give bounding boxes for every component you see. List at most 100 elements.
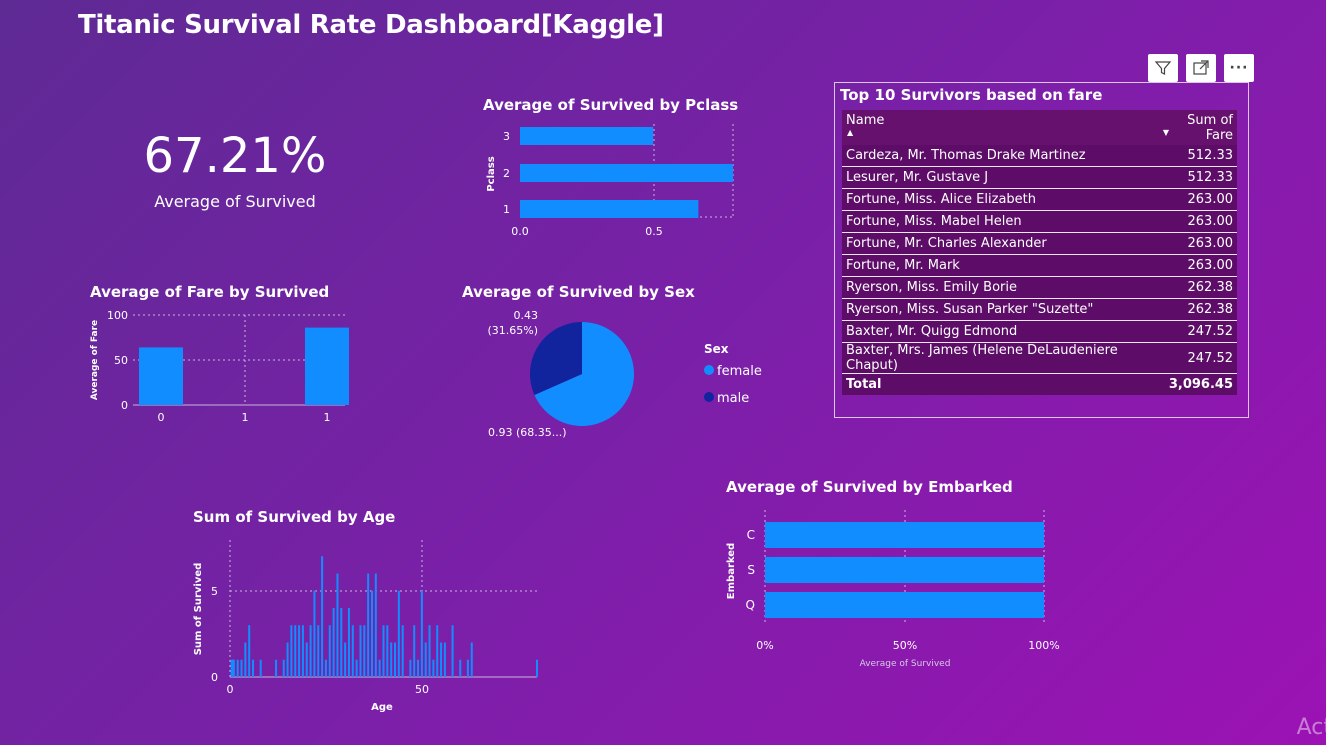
age-bar-19[interactable] xyxy=(301,625,304,677)
embarked-bar-C[interactable] xyxy=(765,522,1044,548)
age-bar-29[interactable] xyxy=(340,608,343,677)
age-bar-51[interactable] xyxy=(424,642,427,678)
age-bar-27[interactable] xyxy=(332,608,335,677)
table-title: Top 10 Survivors based on fare xyxy=(840,86,1103,104)
age-bar-43[interactable] xyxy=(394,642,397,678)
pclass-ytick-3: 3 xyxy=(503,130,510,143)
age-bar-5[interactable] xyxy=(248,625,251,677)
age-ytick-0: 5 xyxy=(211,585,218,598)
pclass-bar-2[interactable] xyxy=(520,164,733,182)
age-bar-49[interactable] xyxy=(417,659,420,677)
table-row[interactable]: Fortune, Miss. Mabel Helen 263.00 xyxy=(842,210,1237,233)
age-bar-54[interactable] xyxy=(436,625,439,677)
age-bar-34[interactable] xyxy=(359,625,362,677)
age-bar-63[interactable] xyxy=(470,642,473,678)
table-row[interactable]: Lesurer, Mr. Gustave J 512.33 xyxy=(842,166,1237,189)
age-bar-50[interactable] xyxy=(420,590,423,677)
age-bar-52[interactable] xyxy=(428,625,431,677)
age-bar-1[interactable] xyxy=(232,659,235,677)
age-bar-47[interactable] xyxy=(409,659,412,677)
age-bar-16[interactable] xyxy=(290,625,293,677)
cell-name: Cardeza, Mr. Thomas Drake Martinez xyxy=(842,145,1154,167)
more-options-button[interactable]: ··· xyxy=(1224,54,1254,82)
age-bar-58[interactable] xyxy=(451,625,454,677)
cell-name: Baxter, Mr. Quigg Edmond xyxy=(842,320,1154,343)
age-bar-53[interactable] xyxy=(432,659,435,677)
sex-chart[interactable]: 0.43 (31.65%) 0.93 (68.35...) Sex female… xyxy=(470,305,770,450)
age-bar-44[interactable] xyxy=(397,590,400,677)
embarked-bar-S[interactable] xyxy=(765,557,1044,583)
pclass-chart[interactable]: 3 2 1 0.0 0.5 Pclass xyxy=(470,118,760,243)
age-bar-26[interactable] xyxy=(328,625,331,677)
age-bar-25[interactable] xyxy=(324,659,327,677)
pclass-bar-1[interactable] xyxy=(520,200,699,218)
legend-female[interactable]: female xyxy=(717,364,762,379)
age-bar-35[interactable] xyxy=(363,625,366,677)
age-bar-4[interactable] xyxy=(244,642,247,678)
age-bar-22[interactable] xyxy=(313,590,316,677)
fare-bar-0[interactable] xyxy=(139,347,183,405)
age-bar-24[interactable] xyxy=(321,556,324,677)
age-bar-62[interactable] xyxy=(466,659,469,677)
table-row[interactable]: Fortune, Mr. Mark 263.00 xyxy=(842,254,1237,277)
column-header-fare[interactable]: Sum of Fare ▼ xyxy=(1153,110,1237,145)
age-bar-38[interactable] xyxy=(374,573,377,678)
kpi-value: 67.21% xyxy=(143,128,327,184)
age-bar-30[interactable] xyxy=(344,642,347,678)
age-bar-31[interactable] xyxy=(347,608,350,677)
cell-fare: 262.38 xyxy=(1153,298,1237,321)
legend-female-swatch xyxy=(704,365,714,375)
age-bar-21[interactable] xyxy=(309,625,312,677)
focus-mode-button[interactable] xyxy=(1186,54,1216,82)
table-row[interactable]: Baxter, Mr. Quigg Edmond 247.52 xyxy=(842,320,1237,343)
age-bar-80[interactable] xyxy=(536,659,538,677)
age-bar-3[interactable] xyxy=(240,659,243,677)
age-bar-48[interactable] xyxy=(413,625,416,677)
age-bar-15[interactable] xyxy=(286,642,289,678)
fare-chart[interactable]: 100 50 0 0 1 1 Average of Fare xyxy=(85,305,375,430)
table-total-row: Total 3,096.45 xyxy=(842,373,1237,395)
pclass-bar-3[interactable] xyxy=(520,127,654,145)
column-header-name[interactable]: Name ▲ xyxy=(842,110,1154,145)
age-ytick-1: 0 xyxy=(211,671,218,684)
age-bar-41[interactable] xyxy=(386,625,389,677)
fare-ytick-0: 100 xyxy=(107,309,128,322)
age-bar-37[interactable] xyxy=(370,590,373,677)
table-row[interactable]: Ryerson, Miss. Susan Parker "Suzette" 262… xyxy=(842,298,1237,321)
legend-male[interactable]: male xyxy=(717,391,749,406)
top-survivors-table-visual[interactable]: Top 10 Survivors based on fare Name ▲ Su… xyxy=(834,82,1249,418)
embarked-bar-Q[interactable] xyxy=(765,592,1044,618)
age-bar-12[interactable] xyxy=(275,659,278,677)
age-bar-28[interactable] xyxy=(336,573,339,678)
age-bar-20[interactable] xyxy=(305,642,308,678)
age-bar-55[interactable] xyxy=(440,642,443,678)
age-bar-36[interactable] xyxy=(367,573,370,678)
legend-male-swatch xyxy=(704,392,714,402)
age-bar-45[interactable] xyxy=(401,625,404,677)
age-bar-18[interactable] xyxy=(298,625,301,677)
table-row[interactable]: Baxter, Mrs. James (Helene DeLaudeniere … xyxy=(842,342,1237,374)
age-bar-32[interactable] xyxy=(351,625,354,677)
age-bar-42[interactable] xyxy=(390,642,393,678)
age-bar-6[interactable] xyxy=(252,659,255,677)
filter-button[interactable] xyxy=(1148,54,1178,82)
cell-fare: 263.00 xyxy=(1153,188,1237,211)
table-row[interactable]: Ryerson, Miss. Emily Borie 262.38 xyxy=(842,276,1237,299)
age-bar-56[interactable] xyxy=(443,642,446,678)
age-bar-8[interactable] xyxy=(259,659,262,677)
age-bar-2[interactable] xyxy=(236,659,239,677)
embarked-chart[interactable]: C S Q 0% 50% 100% Average of Survived Emba… xyxy=(720,500,1080,675)
age-chart[interactable]: 5 0 0 50 Age Sum of Survived xyxy=(185,530,550,720)
age-bar-14[interactable] xyxy=(282,659,285,677)
table-row[interactable]: Fortune, Miss. Alice Elizabeth 263.00 xyxy=(842,188,1237,211)
embarked-xtick-0: 0% xyxy=(756,639,773,652)
age-bar-23[interactable] xyxy=(317,625,320,677)
table-row[interactable]: Fortune, Mr. Charles Alexander 263.00 xyxy=(842,232,1237,255)
table-row[interactable]: Cardeza, Mr. Thomas Drake Martinez 512.33 xyxy=(842,145,1237,167)
fare-bar-2[interactable] xyxy=(305,327,349,405)
age-bar-40[interactable] xyxy=(382,625,385,677)
age-bar-39[interactable] xyxy=(378,659,381,677)
age-bar-17[interactable] xyxy=(294,625,297,677)
age-bar-60[interactable] xyxy=(459,659,462,677)
age-bar-33[interactable] xyxy=(355,659,358,677)
